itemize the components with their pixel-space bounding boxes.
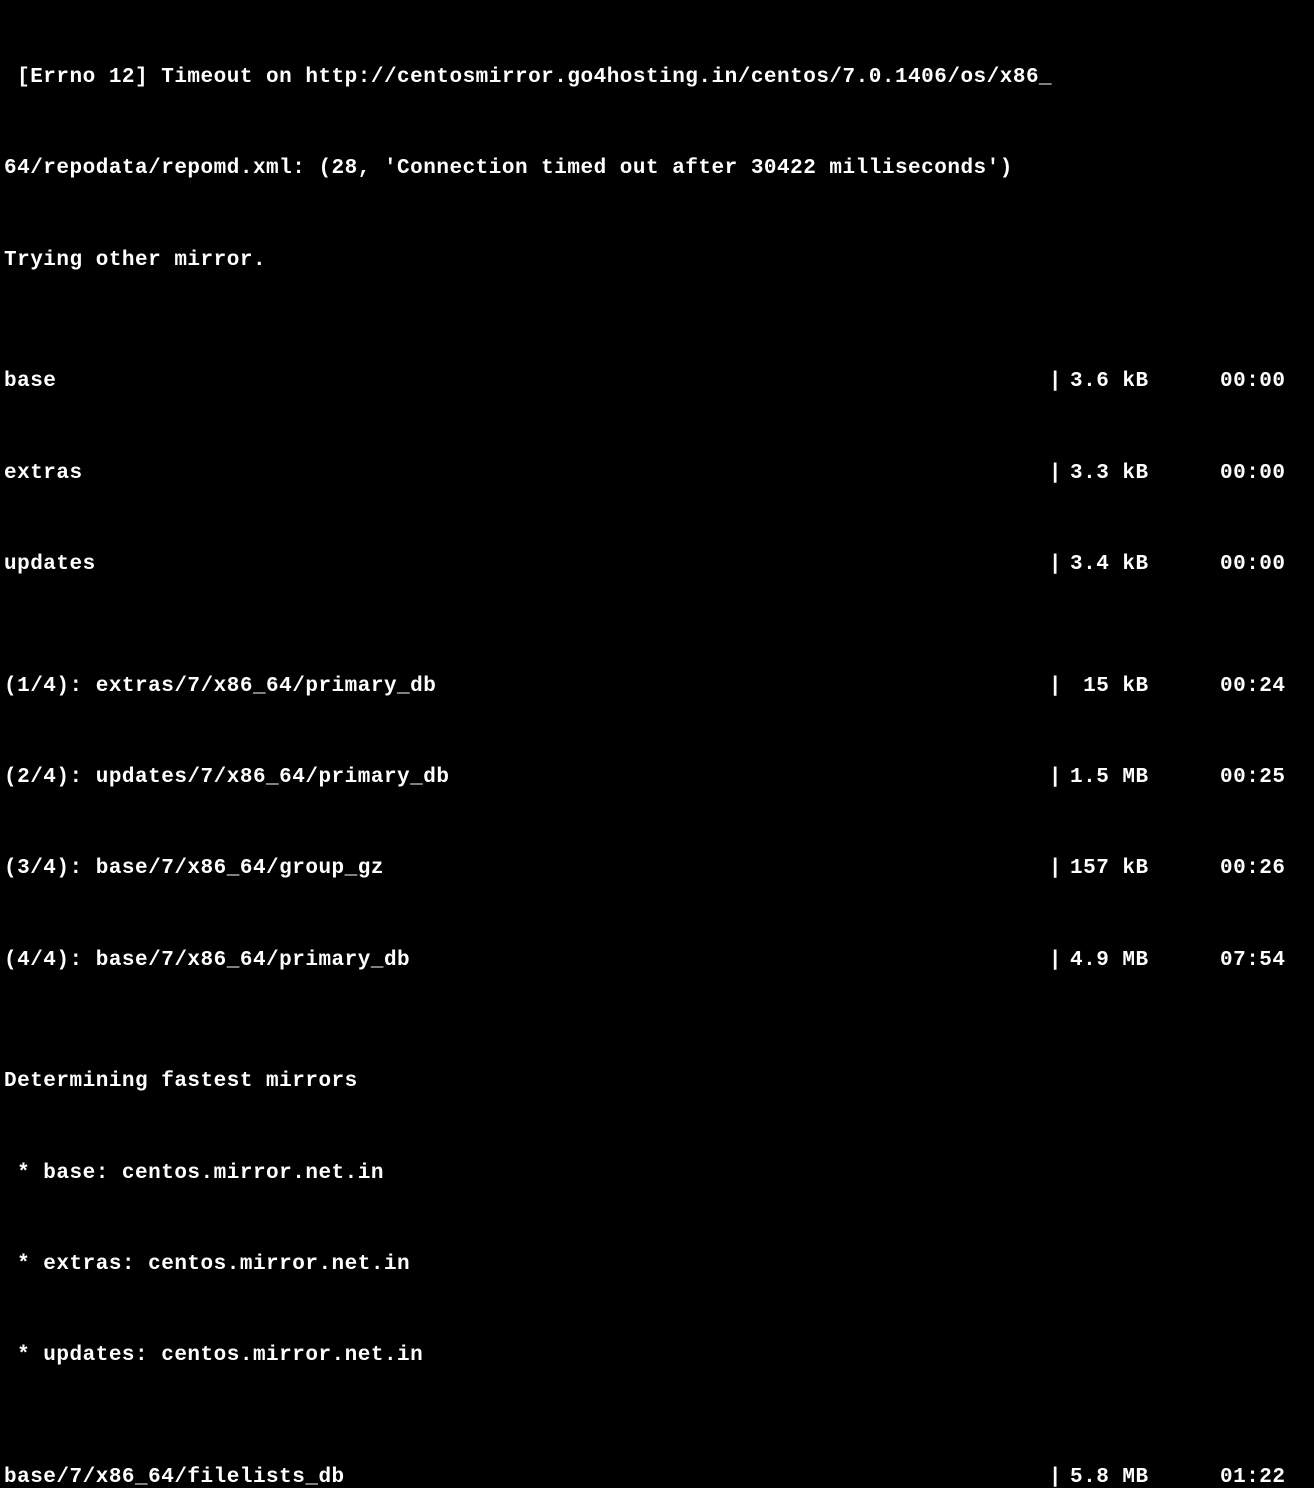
download-row: (3/4): base/7/x86_64/group_gz | 157 kB 0… xyxy=(4,854,1310,884)
determining-mirrors: Determining fastest mirrors xyxy=(4,1067,1310,1097)
download-size: 15 kB xyxy=(1070,672,1180,702)
repo-name: base xyxy=(4,367,56,397)
separator: | xyxy=(449,763,1070,793)
download-size: 1.5 MB xyxy=(1070,763,1180,793)
separator: | xyxy=(83,459,1070,489)
download-row: (1/4): extras/7/x86_64/primary_db | 15 k… xyxy=(4,672,1310,702)
error-line-2: 64/repodata/repomd.xml: (28, 'Connection… xyxy=(4,154,1310,184)
repo-size: 3.6 kB xyxy=(1070,367,1180,397)
error-line-1: [Errno 12] Timeout on http://centosmirro… xyxy=(4,63,1310,93)
repo-row: base | 3.6 kB 00:00 xyxy=(4,367,1310,397)
repo-name: extras xyxy=(4,459,83,489)
repo-time: 00:00 xyxy=(1180,459,1310,489)
download-size: 4.9 MB xyxy=(1070,946,1180,976)
separator: | xyxy=(436,672,1070,702)
terminal-output[interactable]: [Errno 12] Timeout on http://centosmirro… xyxy=(4,2,1310,1488)
download-time: 00:24 xyxy=(1180,672,1310,702)
mirror-entry: * updates: centos.mirror.net.in xyxy=(4,1341,1310,1371)
filelist-time: 01:22 xyxy=(1180,1463,1310,1488)
separator: | xyxy=(96,550,1070,580)
filelist-row: base/7/x86_64/filelists_db | 5.8 MB 01:2… xyxy=(4,1463,1310,1488)
download-time: 00:26 xyxy=(1180,854,1310,884)
filelist-name: base/7/x86_64/filelists_db xyxy=(4,1463,345,1488)
repo-size: 3.4 kB xyxy=(1070,550,1180,580)
separator: | xyxy=(345,1463,1070,1488)
repo-row: extras | 3.3 kB 00:00 xyxy=(4,459,1310,489)
separator: | xyxy=(56,367,1070,397)
repo-size: 3.3 kB xyxy=(1070,459,1180,489)
download-row: (2/4): updates/7/x86_64/primary_db | 1.5… xyxy=(4,763,1310,793)
separator: | xyxy=(384,854,1070,884)
separator: | xyxy=(410,946,1070,976)
trying-mirror: Trying other mirror. xyxy=(4,246,1310,276)
download-name: (2/4): updates/7/x86_64/primary_db xyxy=(4,763,449,793)
repo-time: 00:00 xyxy=(1180,550,1310,580)
download-time: 07:54 xyxy=(1180,946,1310,976)
download-name: (1/4): extras/7/x86_64/primary_db xyxy=(4,672,436,702)
repo-name: updates xyxy=(4,550,96,580)
mirror-entry: * base: centos.mirror.net.in xyxy=(4,1159,1310,1189)
mirror-entry: * extras: centos.mirror.net.in xyxy=(4,1250,1310,1280)
download-name: (3/4): base/7/x86_64/group_gz xyxy=(4,854,384,884)
download-row: (4/4): base/7/x86_64/primary_db | 4.9 MB… xyxy=(4,946,1310,976)
download-name: (4/4): base/7/x86_64/primary_db xyxy=(4,946,410,976)
repo-row: updates | 3.4 kB 00:00 xyxy=(4,550,1310,580)
filelist-size: 5.8 MB xyxy=(1070,1463,1180,1488)
download-time: 00:25 xyxy=(1180,763,1310,793)
repo-time: 00:00 xyxy=(1180,367,1310,397)
download-size: 157 kB xyxy=(1070,854,1180,884)
